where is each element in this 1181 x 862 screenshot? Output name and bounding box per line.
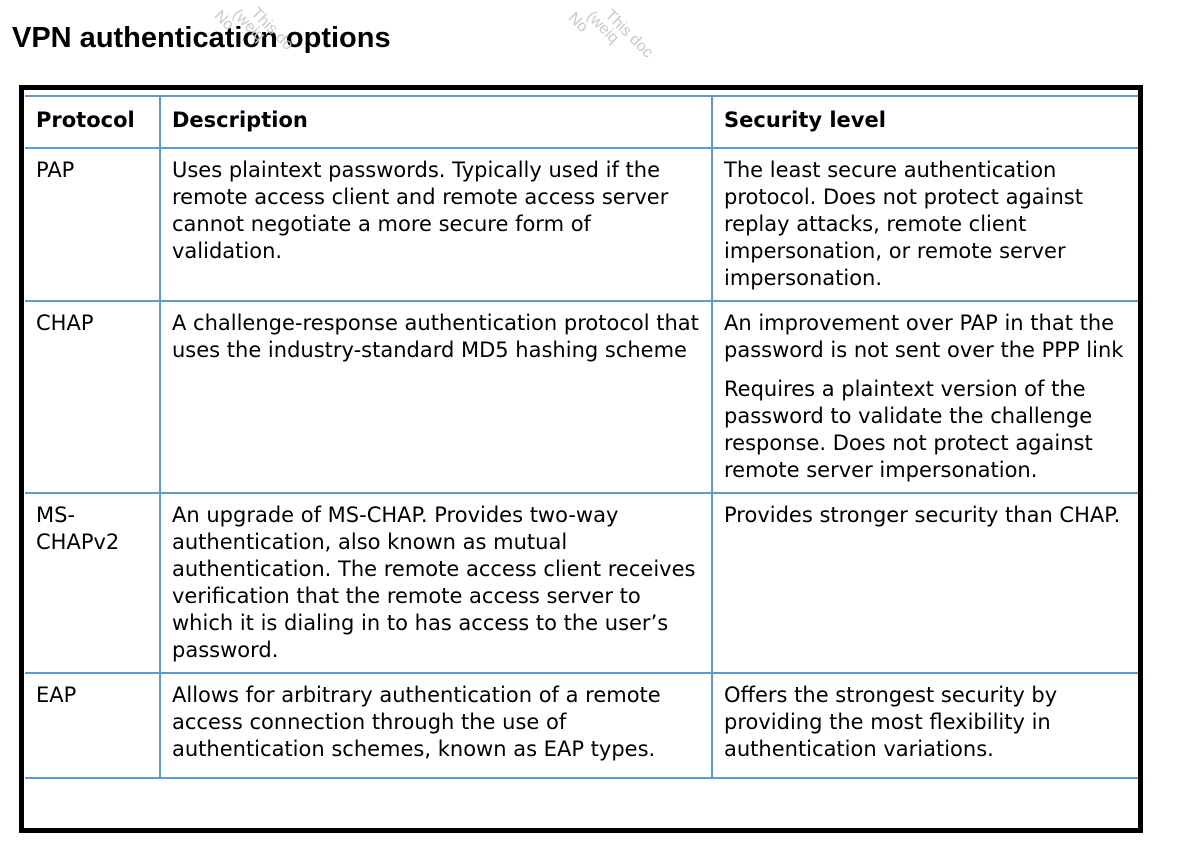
page-title: VPN authentication options (12, 22, 391, 54)
table-frame-border (19, 85, 1143, 833)
watermark-2: This doc (weiq No (565, 7, 657, 80)
document-page: VPN authentication options This do (weiq… (0, 0, 1181, 862)
watermark-1: This do (weiq No (211, 5, 297, 73)
